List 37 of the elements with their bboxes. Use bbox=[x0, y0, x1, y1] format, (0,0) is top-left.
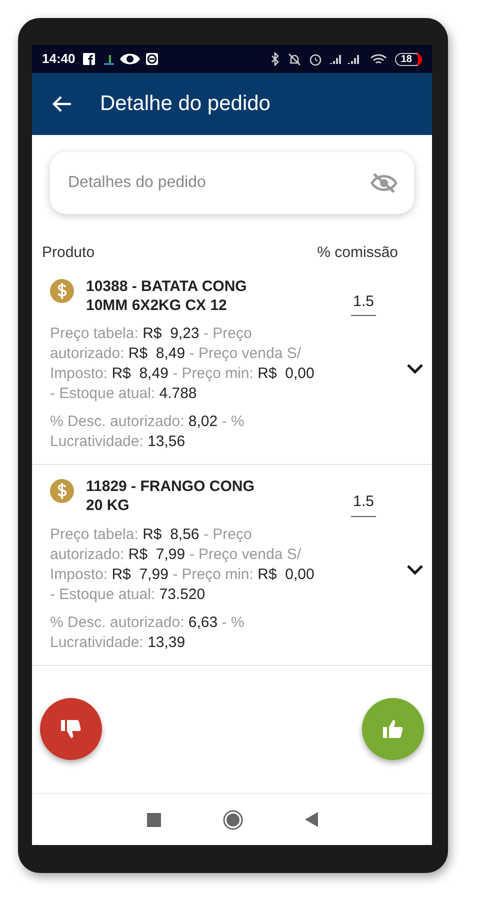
screen-title: Detalhe do pedido bbox=[100, 91, 270, 118]
column-header: Produto bbox=[42, 243, 95, 263]
recents-icon[interactable] bbox=[146, 812, 160, 826]
margin-details: % Desc. autorizado: 6,63 - % Lucratividade: 13,39 bbox=[50, 612, 246, 652]
facebook-icon bbox=[83, 53, 96, 65]
price-details: Preço tabela: R$ 8,56 - Preço autorizado: R$ 7,99 - Preço venda S/ Imposto: R$ 7,99 - Preço min: R$ 0,00 - Estoque atual: 73.520 bbox=[50, 524, 316, 604]
eye-icon bbox=[119, 52, 142, 66]
remote-icon bbox=[145, 52, 160, 66]
coin-icon bbox=[50, 278, 74, 302]
home-icon[interactable] bbox=[222, 810, 242, 830]
muted-bell-icon bbox=[288, 52, 301, 66]
chevron-icon[interactable] bbox=[406, 564, 424, 576]
search-field[interactable]: Detalhes do pedido bbox=[50, 152, 414, 214]
status-time: 14:40 bbox=[42, 50, 76, 68]
reject-button[interactable] bbox=[40, 698, 102, 760]
coin-icon bbox=[50, 479, 74, 503]
product-name: 20 KG bbox=[86, 496, 130, 515]
approve-button[interactable] bbox=[362, 698, 424, 760]
margin-details: % Desc. autorizado: 8,02 - % Lucratividade: 13,56 bbox=[50, 412, 246, 452]
battery-icon: 18 bbox=[394, 52, 422, 66]
commission-field[interactable]: 1.5 bbox=[351, 290, 376, 316]
commission-field[interactable]: 1.5 bbox=[351, 491, 376, 516]
back-arrow-icon[interactable] bbox=[52, 95, 72, 113]
signal-icon bbox=[330, 53, 344, 65]
wifi-icon bbox=[370, 52, 387, 66]
column-header: % comissão bbox=[317, 243, 398, 263]
chart-icon bbox=[103, 53, 116, 65]
product-name: 10388 - BATATA CONG bbox=[86, 276, 248, 296]
price-details: Preço tabela: R$ 9,23 - Preço autorizado: R$ 8,49 - Preço venda S/ Imposto: R$ 8,49 - Preço min: R$ 0,00 - Estoque atual: 4.788 bbox=[50, 324, 316, 404]
bluetooth-icon bbox=[270, 52, 280, 66]
signal-icon bbox=[348, 53, 362, 65]
alarm-icon bbox=[308, 52, 322, 66]
eye-slash-icon[interactable] bbox=[370, 172, 398, 194]
back-icon[interactable] bbox=[304, 812, 318, 827]
product-name: 10MM 6X2KG CX 12 bbox=[86, 296, 228, 314]
chevron-icon[interactable] bbox=[406, 363, 424, 375]
product-name: 11829 - FRANGO CONG bbox=[86, 477, 256, 496]
